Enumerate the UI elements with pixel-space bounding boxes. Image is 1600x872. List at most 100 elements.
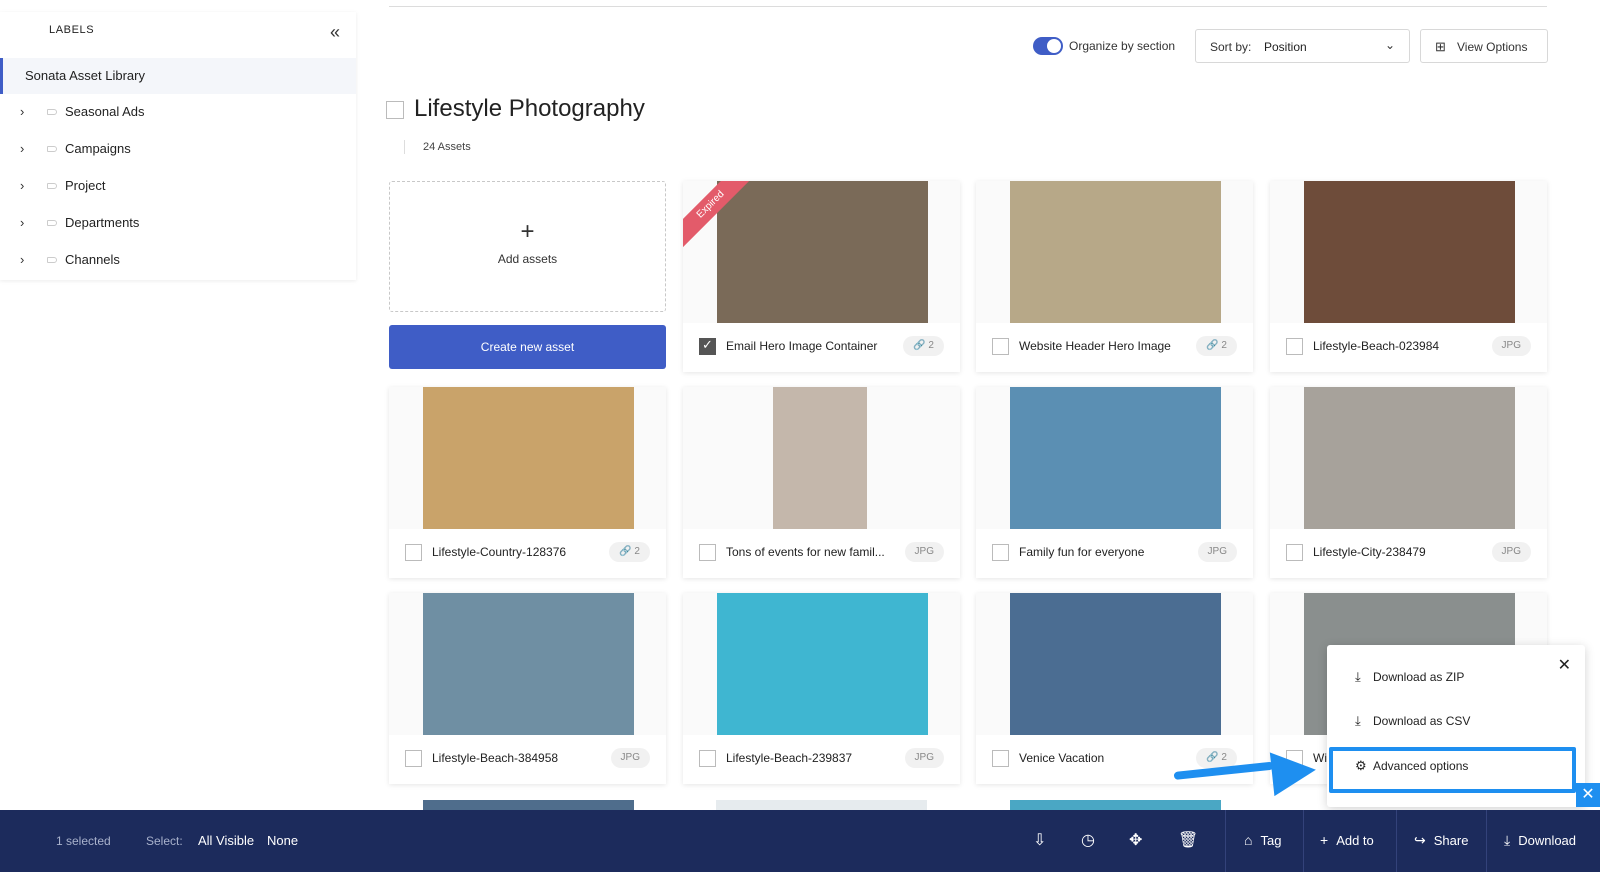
sort-by-select[interactable]: Sort by: Position ⌄ bbox=[1195, 29, 1410, 63]
view-options-button[interactable]: ⊞ View Options bbox=[1420, 29, 1548, 63]
sidebar-item-library[interactable]: Sonata Asset Library bbox=[0, 58, 356, 94]
plus-icon: + bbox=[520, 218, 535, 245]
download-label: Download bbox=[1518, 833, 1577, 848]
annotation-highlight-box bbox=[1329, 747, 1576, 793]
chevron-right-icon[interactable]: › bbox=[20, 205, 24, 241]
close-icon[interactable]: ✕ bbox=[1558, 655, 1571, 675]
sort-value: Position bbox=[1264, 40, 1307, 54]
label-icon bbox=[47, 183, 57, 189]
select-all-visible-link[interactable]: All Visible bbox=[198, 833, 254, 848]
asset-card[interactable]: Venice Vacation 🔗 2 bbox=[976, 593, 1253, 784]
asset-checkbox[interactable] bbox=[1286, 338, 1303, 355]
asset-badge: 🔗 2 bbox=[903, 336, 944, 356]
asset-badge: JPG bbox=[904, 748, 944, 768]
asset-card[interactable]: Lifestyle-Country-128376 🔗 2 bbox=[389, 387, 666, 578]
asset-card[interactable]: Website Header Hero Image 🔗 2 bbox=[976, 181, 1253, 372]
tag-icon: ⌂ bbox=[1244, 832, 1253, 848]
asset-card[interactable]: Lifestyle-Beach-384958 JPG bbox=[389, 593, 666, 784]
move-icon[interactable]: ✥ bbox=[1129, 830, 1142, 850]
asset-thumb-partial bbox=[423, 800, 634, 810]
asset-thumbnail bbox=[976, 181, 1253, 323]
add-to-button[interactable]: + Add to bbox=[1320, 832, 1374, 848]
download-icon: ⤓ bbox=[1355, 713, 1361, 728]
asset-badge: JPG bbox=[1197, 542, 1237, 562]
sidebar-item-label: Seasonal Ads bbox=[65, 104, 145, 119]
asset-image bbox=[1010, 387, 1221, 529]
asset-badge: JPG bbox=[904, 542, 944, 562]
sidebar-item-channels[interactable]: › Channels bbox=[0, 242, 356, 278]
asset-card[interactable]: Tons of events for new famil... JPG bbox=[683, 387, 960, 578]
trash-icon[interactable]: 🗑 bbox=[1178, 830, 1198, 850]
asset-card[interactable]: Family fun for everyone JPG bbox=[976, 387, 1253, 578]
close-selection-icon[interactable]: ✕ bbox=[1576, 783, 1600, 807]
tag-button[interactable]: ⌂ Tag bbox=[1244, 832, 1281, 848]
asset-checkbox[interactable] bbox=[699, 337, 716, 355]
collapse-sidebar-icon[interactable]: « bbox=[330, 22, 340, 43]
asset-card[interactable]: Lifestyle-Beach-023984 JPG bbox=[1270, 181, 1547, 372]
download-zip-item[interactable]: ⤓ Download as ZIP bbox=[1355, 669, 1464, 685]
section-title: Lifestyle Photography bbox=[414, 95, 645, 122]
dislike-icon[interactable]: ⇩ bbox=[1033, 830, 1046, 850]
download-csv-item[interactable]: ⤓ Download as CSV bbox=[1355, 713, 1470, 729]
download-button[interactable]: ⤓ Download bbox=[1504, 832, 1576, 849]
add-assets-label: Add assets bbox=[497, 252, 558, 266]
asset-image bbox=[1304, 387, 1515, 529]
add-assets-tile[interactable]: + Add assets bbox=[389, 181, 666, 312]
share-button[interactable]: ↪ Share bbox=[1414, 832, 1468, 849]
chevron-right-icon[interactable]: › bbox=[20, 168, 24, 204]
asset-badge: 🔗 2 bbox=[609, 542, 650, 562]
asset-checkbox[interactable] bbox=[405, 544, 422, 561]
top-divider bbox=[389, 6, 1547, 7]
label-icon bbox=[47, 109, 57, 115]
asset-image bbox=[773, 387, 867, 529]
chevron-right-icon[interactable]: › bbox=[20, 131, 24, 167]
sidebar-item-label: Channels bbox=[65, 252, 120, 267]
asset-name: Lifestyle-Beach-384958 bbox=[432, 751, 559, 765]
asset-checkbox[interactable] bbox=[699, 750, 716, 767]
label-icon bbox=[47, 257, 57, 263]
sidebar-item-label: Campaigns bbox=[65, 141, 131, 156]
asset-checkbox[interactable] bbox=[992, 338, 1009, 355]
view-options-label: View Options bbox=[1457, 40, 1528, 54]
clock-icon[interactable]: ◷ bbox=[1081, 830, 1095, 850]
asset-badge: 🔗 2 bbox=[1196, 336, 1237, 356]
chevron-right-icon[interactable]: › bbox=[20, 242, 24, 278]
asset-thumbnail bbox=[976, 387, 1253, 529]
asset-name: Venice Vacation bbox=[1019, 751, 1105, 765]
download-icon: ⤓ bbox=[1504, 832, 1511, 848]
asset-checkbox[interactable] bbox=[992, 750, 1009, 767]
organize-by-section-toggle[interactable] bbox=[1033, 37, 1063, 55]
sidebar-item-campaigns[interactable]: › Campaigns bbox=[0, 131, 356, 167]
asset-card[interactable]: Lifestyle-City-238479 JPG bbox=[1270, 387, 1547, 578]
asset-checkbox[interactable] bbox=[1286, 544, 1303, 561]
asset-thumbnail bbox=[389, 387, 666, 529]
asset-badge: JPG bbox=[1491, 336, 1531, 356]
asset-card[interactable]: Expired Email Hero Image Container 🔗 2 bbox=[683, 181, 960, 372]
asset-checkbox[interactable] bbox=[992, 544, 1009, 561]
grid-icon: ⊞ bbox=[1435, 39, 1446, 54]
create-new-asset-button[interactable]: Create new asset bbox=[389, 325, 666, 369]
plus-icon: + bbox=[1320, 832, 1329, 848]
share-icon: ↪ bbox=[1414, 832, 1426, 848]
asset-thumbnail bbox=[1270, 387, 1547, 529]
asset-count: 24 Assets bbox=[423, 141, 471, 153]
download-icon: ⤓ bbox=[1355, 669, 1361, 684]
menu-item-label: Download as ZIP bbox=[1373, 670, 1465, 684]
asset-name: Lifestyle-Country-128376 bbox=[432, 545, 567, 559]
asset-image bbox=[423, 387, 634, 529]
sidebar-item-departments[interactable]: › Departments bbox=[0, 205, 356, 241]
chevron-right-icon[interactable]: › bbox=[20, 94, 24, 130]
asset-image bbox=[1010, 593, 1221, 735]
asset-image bbox=[1304, 181, 1515, 323]
asset-card[interactable]: Lifestyle-Beach-239837 JPG bbox=[683, 593, 960, 784]
select-none-link[interactable]: None bbox=[267, 833, 298, 848]
sidebar-item-project[interactable]: › Project bbox=[0, 168, 356, 204]
sidebar-item-seasonal-ads[interactable]: › Seasonal Ads bbox=[0, 94, 356, 130]
asset-name: Lifestyle-Beach-239837 bbox=[726, 751, 853, 765]
label-icon bbox=[47, 220, 57, 226]
asset-checkbox[interactable] bbox=[699, 544, 716, 561]
section-select-checkbox[interactable] bbox=[386, 101, 404, 119]
bar-divider bbox=[1225, 810, 1226, 872]
asset-checkbox[interactable] bbox=[405, 750, 422, 767]
label-icon bbox=[47, 146, 57, 152]
